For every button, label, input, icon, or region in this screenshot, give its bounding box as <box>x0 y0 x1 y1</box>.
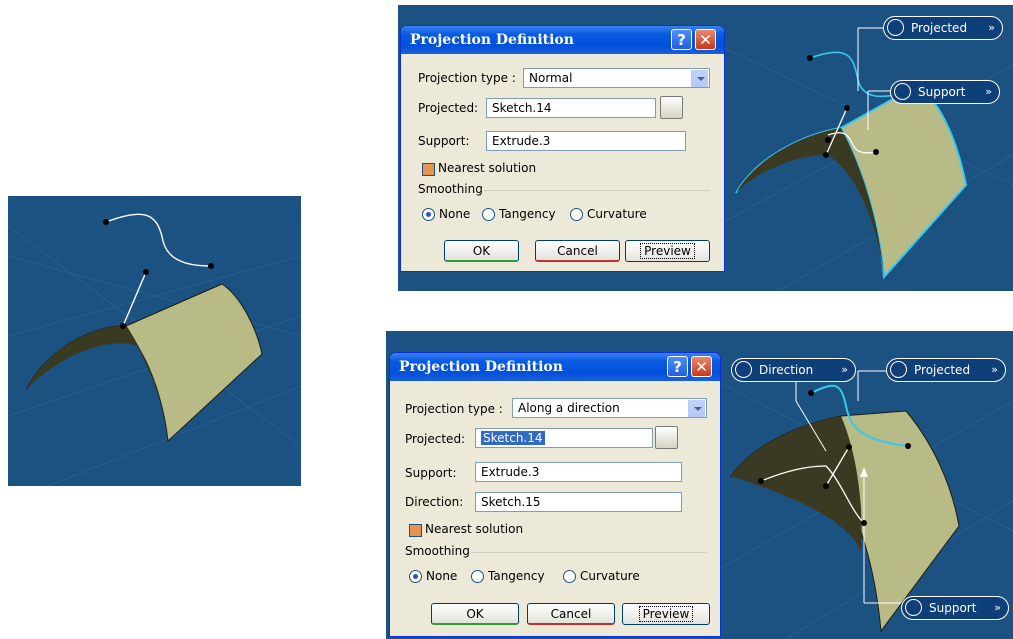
smoothing-curvature-label: Curvature <box>587 207 647 221</box>
preview-button[interactable]: Preview <box>622 603 710 625</box>
nearest-solution-label: Nearest solution <box>438 161 537 175</box>
support-field[interactable]: Extrude.3 <box>486 131 686 151</box>
initial-scene <box>8 213 301 486</box>
projection-dialog-normal: Projection Definition ? ✕ Projection typ… <box>400 25 725 272</box>
close-button[interactable]: ✕ <box>691 356 712 377</box>
projected-field[interactable]: Sketch.14 <box>475 428 653 448</box>
projected-field[interactable]: Sketch.14 <box>486 98 656 118</box>
smoothing-tangency-radio[interactable] <box>482 208 495 221</box>
chevron-icon: » <box>994 601 1001 614</box>
projection-type-label: Projection type : <box>405 402 503 416</box>
smoothing-none-radio[interactable] <box>409 570 422 583</box>
smoothing-divider <box>471 552 707 553</box>
nearest-solution-checkbox[interactable] <box>409 524 422 537</box>
smoothing-none-label: None <box>426 569 458 583</box>
smoothing-label: Smoothing <box>405 544 470 558</box>
ok-button[interactable]: OK <box>431 603 519 625</box>
projection-type-select[interactable]: Normal <box>523 68 710 88</box>
support-label: Support: <box>418 134 470 148</box>
smoothing-tangency-radio[interactable] <box>471 570 484 583</box>
cancel-button[interactable]: Cancel <box>527 603 615 625</box>
smoothing-tangency-label: Tangency <box>488 569 545 583</box>
close-button[interactable]: ✕ <box>695 29 716 50</box>
dialog-title: Projection Definition <box>399 359 563 375</box>
surface <box>25 283 263 443</box>
tag-projected[interactable]: Projected » <box>883 16 1003 40</box>
curve-icon <box>735 361 752 378</box>
surface-icon <box>905 599 922 616</box>
projection-type-select[interactable]: Along a direction <box>512 398 707 418</box>
smoothing-tangency-label: Tangency <box>499 207 556 221</box>
smoothing-none-label: None <box>439 207 471 221</box>
dialog-title: Projection Definition <box>410 32 574 48</box>
smoothing-divider <box>484 190 710 191</box>
curve-icon <box>887 19 904 36</box>
surface-icon <box>894 83 911 100</box>
dialog-titlebar[interactable]: Projection Definition ? ✕ <box>390 353 720 381</box>
nearest-solution-label: Nearest solution <box>425 522 524 536</box>
projected-label: Projected: <box>405 432 466 446</box>
direction-label: Direction: <box>405 495 464 509</box>
tag-projected[interactable]: Projected » <box>886 358 1006 382</box>
chevron-icon: » <box>988 21 995 34</box>
ok-button[interactable]: OK <box>444 240 519 262</box>
projected-label: Projected: <box>418 101 479 115</box>
smoothing-curvature-radio[interactable] <box>570 208 583 221</box>
nearest-solution-checkbox[interactable] <box>422 163 435 176</box>
selection-picker-button[interactable] <box>655 426 678 449</box>
tag-direction[interactable]: Direction » <box>731 358 856 382</box>
dropdown-arrow-icon <box>688 400 705 417</box>
projection-dialog-direction: Projection Definition ? ✕ Projection typ… <box>389 352 721 637</box>
smoothing-curvature-radio[interactable] <box>563 570 576 583</box>
dialog-titlebar[interactable]: Projection Definition ? ✕ <box>401 26 724 54</box>
cancel-button[interactable]: Cancel <box>535 240 620 262</box>
viewport-initial <box>8 196 301 486</box>
support-label: Support: <box>405 466 457 480</box>
direction-field[interactable]: Sketch.15 <box>475 492 682 512</box>
projection-type-label: Projection type : <box>418 71 516 85</box>
curve-icon <box>890 361 907 378</box>
chevron-icon: » <box>841 363 848 376</box>
support-field[interactable]: Extrude.3 <box>475 462 682 482</box>
dropdown-arrow-icon <box>691 70 708 87</box>
chevron-icon: » <box>985 85 992 98</box>
preview-button[interactable]: Preview <box>625 240 710 262</box>
smoothing-none-radio[interactable] <box>422 208 435 221</box>
smoothing-curvature-label: Curvature <box>580 569 640 583</box>
help-button[interactable]: ? <box>671 29 692 50</box>
selection-picker-button[interactable] <box>660 96 683 119</box>
curve <box>809 51 897 98</box>
curve <box>105 213 212 267</box>
smoothing-label: Smoothing <box>418 182 483 196</box>
help-button[interactable]: ? <box>667 356 688 377</box>
tag-support[interactable]: Support » <box>901 596 1009 620</box>
chevron-icon: » <box>991 363 998 376</box>
tag-support[interactable]: Support » <box>890 80 1000 104</box>
